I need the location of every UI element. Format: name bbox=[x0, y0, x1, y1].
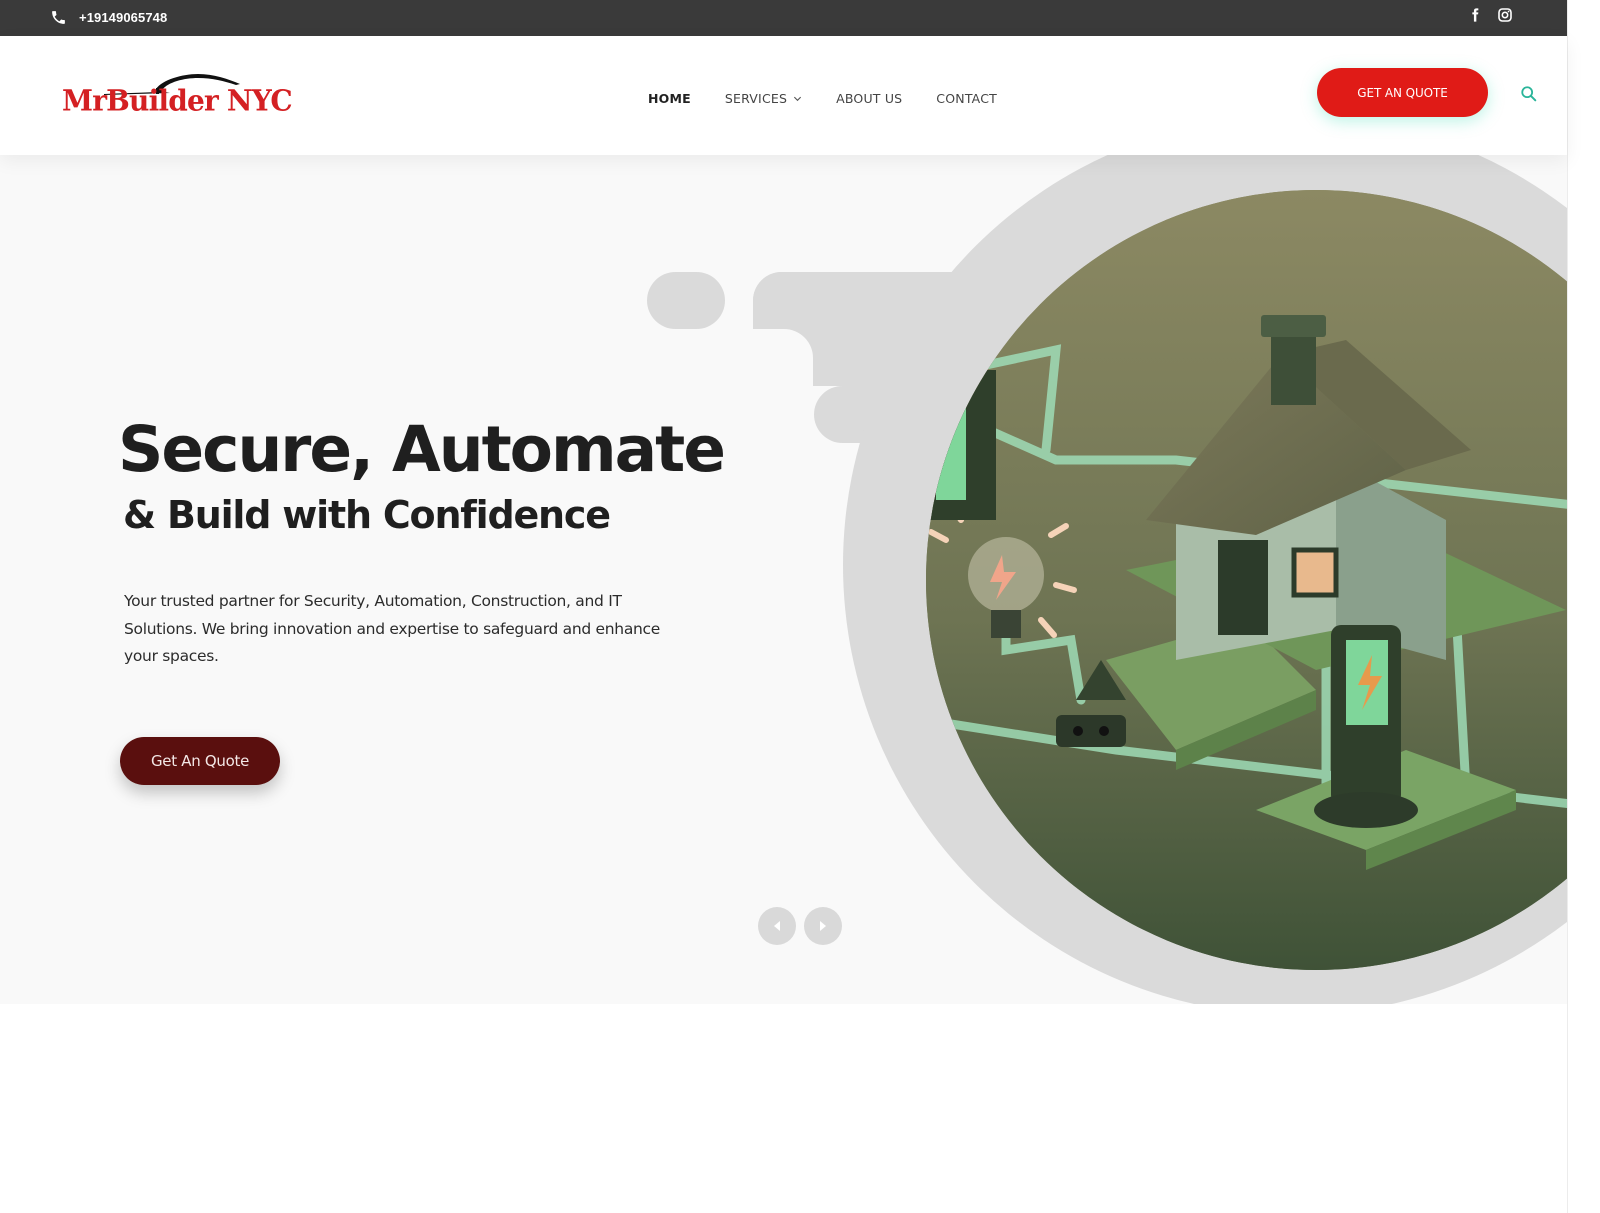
nav-contact[interactable]: CONTACT bbox=[936, 91, 997, 106]
decor-cut bbox=[753, 329, 813, 386]
top-bar: +19149065748 bbox=[0, 0, 1567, 36]
nav-about-label: ABOUT US bbox=[836, 91, 903, 106]
hero-subtitle: & Build with Confidence bbox=[123, 493, 611, 537]
phone-number: +19149065748 bbox=[79, 10, 168, 25]
hero-title: Secure, Automate bbox=[118, 413, 726, 486]
slider-next-button[interactable] bbox=[804, 907, 842, 945]
chevron-down-icon bbox=[794, 96, 802, 102]
phone-icon bbox=[50, 9, 67, 26]
instagram-icon[interactable] bbox=[1497, 7, 1513, 23]
hero-decoration bbox=[0, 155, 1567, 1004]
nav-services[interactable]: SERVICES bbox=[725, 91, 802, 106]
main-nav: HOME SERVICES ABOUT US CONTACT bbox=[648, 91, 997, 106]
nav-services-label: SERVICES bbox=[724, 91, 788, 106]
hero-description: Your trusted partner for Security, Autom… bbox=[124, 592, 661, 665]
page-scrollbar[interactable] bbox=[1567, 0, 1600, 1213]
logo[interactable]: MrBuilder NYC bbox=[62, 66, 293, 122]
social-links bbox=[1467, 7, 1513, 23]
slider-prev-button[interactable] bbox=[758, 907, 796, 945]
nav-home[interactable]: HOME bbox=[648, 91, 691, 106]
page: +19149065748 MrBuilder NYC HOME SERVICES bbox=[0, 0, 1567, 1213]
facebook-icon[interactable] bbox=[1467, 7, 1483, 23]
nav-about-us[interactable]: ABOUT US bbox=[836, 91, 902, 106]
hero-section: Secure, Automate & Build with Confidence… bbox=[0, 155, 1567, 1004]
decor-pill bbox=[647, 272, 725, 329]
nav-contact-label: CONTACT bbox=[936, 91, 997, 106]
nav-home-label: HOME bbox=[648, 91, 691, 106]
site-header: MrBuilder NYC HOME SERVICES ABOUT US CON… bbox=[0, 36, 1567, 155]
hero-get-quote-button[interactable]: Get An Quote bbox=[120, 737, 280, 785]
search-icon[interactable] bbox=[1520, 85, 1538, 103]
logo-text: MrBuilder NYC bbox=[62, 83, 293, 118]
arrow-right-icon bbox=[820, 921, 826, 931]
phone-link[interactable]: +19149065748 bbox=[50, 9, 167, 26]
get-quote-button[interactable]: GET AN QUOTE bbox=[1317, 68, 1488, 117]
arrow-left-icon bbox=[774, 921, 780, 931]
